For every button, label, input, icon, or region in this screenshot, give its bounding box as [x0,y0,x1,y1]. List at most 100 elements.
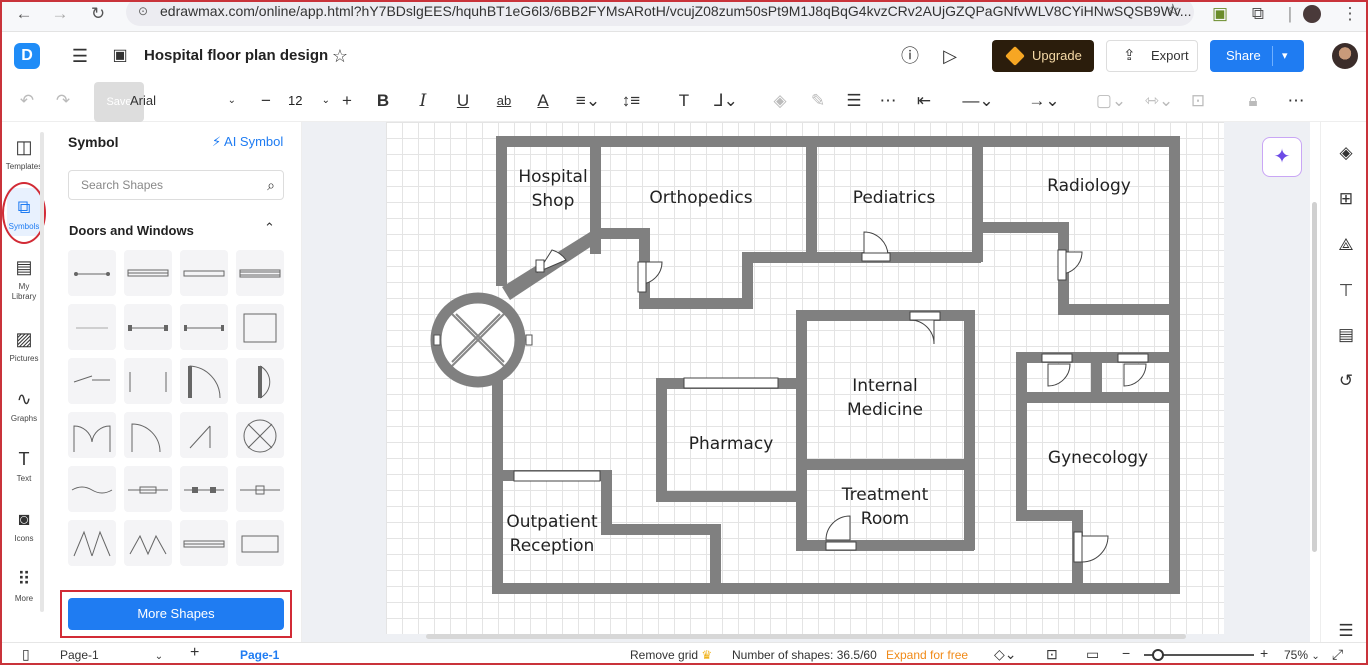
favorite-star-icon[interactable]: ☆ [328,44,352,68]
back-icon[interactable]: ← [12,4,36,26]
help-icon[interactable]: ⓘ [898,44,922,68]
extension-icon[interactable]: ▣ [1208,4,1232,26]
page-select[interactable]: Page-1 ⌄ [60,648,163,662]
wall-pedia-bottom[interactable] [806,252,981,263]
room-radiology[interactable]: Radiology [1034,174,1144,198]
wall-gyne-bottom[interactable] [1016,510,1081,521]
wall-left-lower[interactable] [492,380,503,594]
font-size-select[interactable]: 12 ⌄ [284,89,332,113]
presentation-icon[interactable]: ⊤ [1333,278,1359,304]
shape-tile[interactable] [180,304,228,350]
room-orthopedics[interactable]: Orthopedics [638,186,764,210]
book-view-icon[interactable]: ▭ [1086,646,1099,663]
reload-icon[interactable]: ↻ [86,4,110,26]
room-treatment[interactable]: Treatment Room [826,483,944,531]
fit-page-icon[interactable]: ⊡ [1046,646,1058,663]
wall-treatment-bottom[interactable] [796,540,974,551]
shape-tile[interactable] [68,466,116,512]
shape-tile[interactable] [236,250,284,296]
room-internal-medicine[interactable]: Internal Medicine [826,374,944,422]
forward-icon[interactable]: → [48,4,72,26]
window-pharmacy[interactable] [683,377,779,389]
shape-tile[interactable] [124,358,172,404]
wall-gyne-left[interactable] [1016,352,1027,520]
wall-pharmacy-left[interactable] [656,378,667,502]
connector-icon[interactable]: ⅃⌄ [708,90,744,112]
wall-internal-left[interactable] [796,310,807,550]
wall-radio-top[interactable] [981,222,1069,233]
lock-icon[interactable]: 🔒︎ [1236,90,1270,112]
menu-icon[interactable]: ☰ [68,44,92,68]
ai-symbol-button[interactable]: ⚡︎ AI Symbol [212,134,283,150]
edraw-logo-icon[interactable]: D [14,43,40,69]
line-style-select[interactable]: —⌄ [954,90,1002,112]
document-title[interactable]: Hospital floor plan design [144,47,328,64]
arrow-end-select[interactable]: →⌄ [1018,90,1070,112]
more-options-icon[interactable]: ⋯ [1284,90,1308,112]
shape-tile[interactable] [124,466,172,512]
door-gyne-b[interactable] [1117,353,1149,387]
line-weight-icon[interactable]: ☰ [842,90,866,112]
window-outpatient[interactable] [513,470,601,482]
shape-tile[interactable] [180,520,228,566]
remove-grid-button[interactable]: Remove grid ♛ [630,648,712,662]
wall-internal-bottom[interactable] [796,459,974,470]
door-radio[interactable] [1057,249,1083,281]
save-file-icon[interactable]: ▣ [108,44,132,68]
undo-icon[interactable]: ↶ [16,90,38,112]
door-gyne-a[interactable] [1041,353,1073,387]
rail-scrollbar[interactable] [40,132,44,612]
layers-icon[interactable]: ◇⌄ [994,646,1017,663]
shape-tile[interactable] [180,412,228,458]
group-icon[interactable]: ⊡ [1186,90,1210,112]
search-input[interactable]: Search Shapes ⌕ [68,170,284,200]
format-panel-icon[interactable]: ⊞ [1333,186,1359,212]
strikethrough-icon[interactable]: ab [492,90,516,112]
expand-link[interactable]: Expand for free [886,648,968,662]
room-pharmacy[interactable]: Pharmacy [676,432,786,456]
redo-icon[interactable]: ↷ [52,90,74,112]
wall-gyne-divider[interactable] [1091,360,1102,396]
style-icon[interactable]: ⟁ [1333,232,1359,258]
page-setup-icon[interactable]: ▤ [1333,322,1359,348]
vertical-scrollbar[interactable] [1312,202,1317,552]
font-color-icon[interactable]: A [532,90,554,112]
shape-tile[interactable] [236,358,284,404]
play-icon[interactable]: ▷ [938,44,962,68]
wall-outpatient-right[interactable] [710,524,721,590]
ai-sparkle-button[interactable]: ✦ [1262,137,1302,177]
wall-gyne-mid[interactable] [1016,392,1176,403]
text-tool-icon[interactable]: T [672,90,696,112]
browser-menu-icon[interactable]: ⋮ [1338,4,1362,26]
lobby-door-left[interactable] [433,334,441,346]
underline-icon[interactable]: U [452,90,474,112]
wall-internal-right[interactable] [964,310,975,550]
room-hospital-shop[interactable]: Hospital Shop [514,165,592,213]
more-shapes-button[interactable]: More Shapes [68,598,284,630]
fill-bucket-icon[interactable]: ◈ [1333,140,1359,166]
line-spacing-icon[interactable]: ↕≡ [614,90,648,112]
arrow-style-icon[interactable]: ⇤ [912,90,936,112]
increase-font-icon[interactable]: + [336,90,358,112]
profile-icon[interactable] [1300,4,1324,26]
wall-ortho-bottom[interactable] [639,298,753,309]
shape-tile[interactable] [236,412,284,458]
shape-tile[interactable] [124,412,172,458]
line-dash-icon[interactable]: ⋯ [876,90,900,112]
italic-icon[interactable]: I [412,90,434,112]
address-bar[interactable]: ⊙ edrawmax.com/online/app.html?hY7BDslgE… [126,2,1194,26]
fullscreen-icon[interactable]: ⤢ [1332,646,1343,663]
align-icon[interactable]: ≡⌄ [572,90,604,112]
wall-ortho-mid[interactable] [742,252,815,263]
zoom-in-icon[interactable]: + [1260,645,1268,661]
page-tab[interactable]: Page-1 [240,648,279,662]
room-gynecology[interactable]: Gynecology [1038,446,1158,470]
zoom-out-icon[interactable]: − [1122,645,1130,661]
shape-tile[interactable] [124,250,172,296]
zoom-level[interactable]: 75% ⌄ [1284,648,1320,662]
wall-pharmacy-bottom[interactable] [656,491,800,502]
shape-tile[interactable] [124,520,172,566]
wall-internal-top[interactable] [796,310,974,321]
wall-right[interactable] [1169,136,1180,594]
pen-icon[interactable]: ✎ [806,90,830,112]
